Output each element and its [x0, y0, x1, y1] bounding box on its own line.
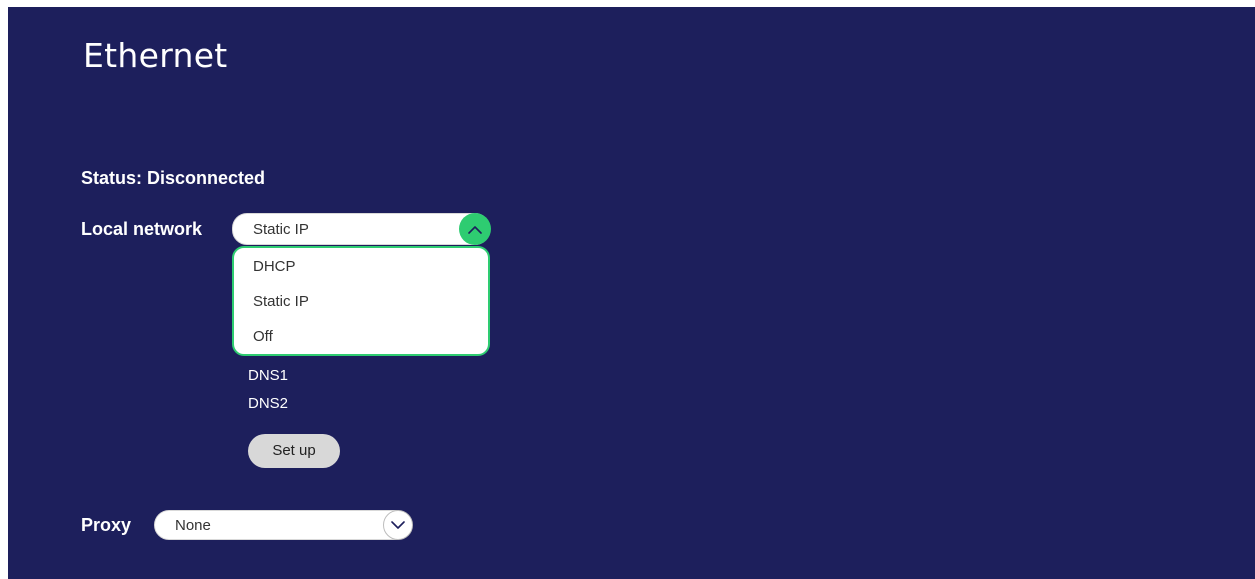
dns2-label: DNS2 — [248, 395, 289, 412]
chevron-down-icon[interactable] — [383, 510, 413, 540]
proxy-select[interactable]: None — [154, 510, 413, 540]
ethernet-settings-screen: Ethernet Status: Disconnected Local netw… — [8, 7, 1255, 579]
proxy-label: Proxy — [81, 515, 132, 535]
page-title: Ethernet — [83, 36, 228, 75]
dns1-label: DNS1 — [248, 367, 289, 384]
chevron-up-icon[interactable] — [459, 213, 491, 245]
local-network-selected-value: Static IP — [253, 221, 309, 238]
dropdown-option-dhcp[interactable]: DHCP — [234, 254, 488, 289]
dropdown-option-off[interactable]: Off — [234, 324, 488, 359]
local-network-label: Local network — [81, 219, 203, 239]
local-network-dropdown-menu: DHCP Static IP Off — [232, 246, 490, 356]
setup-button[interactable]: Set up — [248, 434, 340, 468]
local-network-select[interactable]: Static IP — [232, 213, 491, 245]
dropdown-option-static-ip[interactable]: Static IP — [234, 289, 488, 324]
proxy-selected-value: None — [175, 517, 211, 534]
connection-status: Status: Disconnected — [81, 168, 266, 188]
